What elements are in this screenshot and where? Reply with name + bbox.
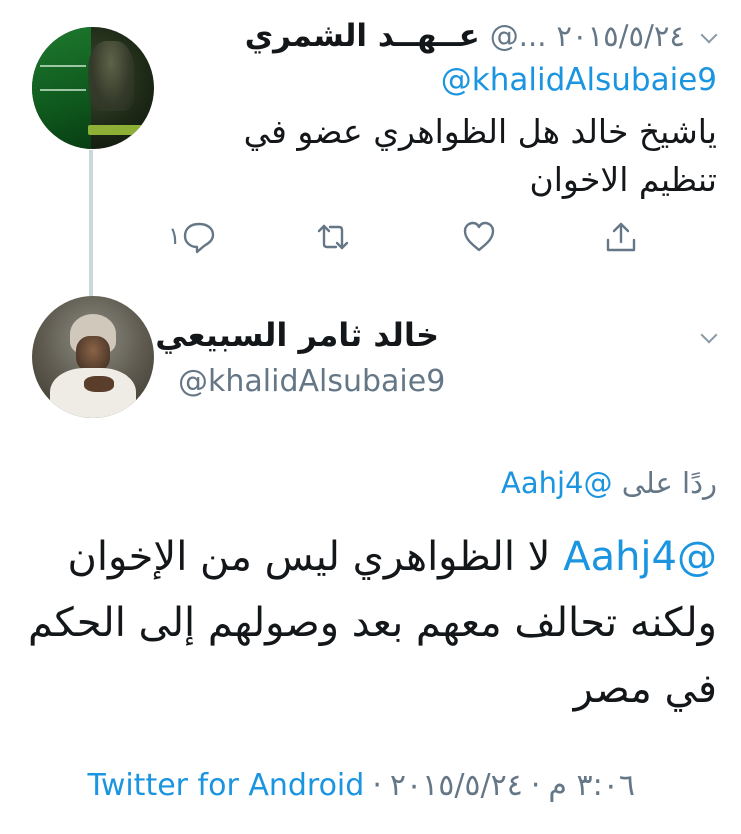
banner-graphic bbox=[88, 125, 154, 135]
tweet-text: ياشيخ خالد هل الظواهري عضو في تنظيم الاخ… bbox=[243, 112, 717, 199]
tweet-text-line: ولكنه تحالف معهم بعد وصولهم إلى الحكم bbox=[27, 600, 717, 646]
avatar[interactable] bbox=[32, 296, 154, 418]
face-graphic bbox=[76, 336, 110, 372]
reply-count: ١ bbox=[168, 222, 181, 250]
tweet-source-link[interactable]: Twitter for Android bbox=[87, 768, 364, 803]
tweet-text: @Aahj4 لا الظواهري ليس من الإخوان ولكنه … bbox=[17, 524, 717, 722]
tweet-author-name[interactable]: خالد ثامر السبيعي bbox=[155, 316, 439, 354]
tweet-text-fragment: لا الظواهري ليس من الإخوان bbox=[67, 534, 551, 580]
retweet-button[interactable] bbox=[316, 220, 356, 256]
reply-button[interactable]: ١ bbox=[168, 220, 228, 256]
share-icon bbox=[604, 222, 638, 258]
chevron-down-icon[interactable] bbox=[700, 26, 718, 44]
tweet-text-line: في مصر bbox=[573, 666, 717, 712]
chevron-down-icon[interactable] bbox=[700, 326, 718, 344]
heart-icon bbox=[462, 221, 496, 258]
soldier-graphic bbox=[88, 41, 134, 111]
replying-to: ردًا على @Aahj4 bbox=[501, 466, 717, 500]
avatar[interactable] bbox=[32, 27, 154, 149]
thread-connector bbox=[89, 150, 93, 298]
reply-icon bbox=[182, 220, 216, 254]
flag-inscription-graphic bbox=[40, 65, 86, 91]
replying-label: ردًا على bbox=[621, 466, 717, 500]
tweet-date: ٢٠١٥/٥/٢٤ bbox=[389, 768, 523, 803]
tweet-mention-link[interactable]: @khalidAlsubaie9 bbox=[441, 62, 717, 98]
tweet-time: ٣:٠٦ م bbox=[548, 768, 635, 803]
tweet-handle[interactable]: @khalidAlsubaie9 bbox=[178, 364, 445, 399]
separator: · bbox=[372, 768, 382, 803]
share-button[interactable] bbox=[604, 220, 644, 256]
tweet-meta: ٣:٠٦ م · ٢٠١٥/٥/٢٤ · Twitter for Android bbox=[87, 768, 635, 803]
replying-to-mention[interactable]: @Aahj4 bbox=[501, 466, 613, 500]
tweet-header: ٢٠١٥/٥/٢٤ @... عــهــد الشمري bbox=[245, 14, 685, 58]
tweet-handle[interactable]: @... bbox=[490, 19, 547, 53]
tweet-author-name[interactable]: عــهــد الشمري bbox=[245, 18, 480, 54]
tweet-text-line: @Aahj4 لا الظواهري ليس من الإخوان bbox=[17, 524, 717, 590]
hands-graphic bbox=[84, 376, 114, 392]
like-button[interactable] bbox=[462, 220, 502, 256]
tweet-mention-link[interactable]: @Aahj4 bbox=[563, 534, 717, 580]
retweet-icon bbox=[316, 224, 350, 258]
separator: · bbox=[530, 768, 541, 803]
tweet-date[interactable]: ٢٠١٥/٥/٢٤ bbox=[556, 19, 685, 53]
